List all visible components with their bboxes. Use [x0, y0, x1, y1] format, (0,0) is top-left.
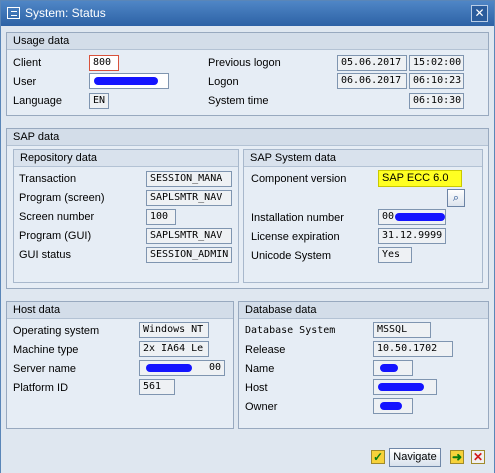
- operating-system-label: Operating system: [13, 325, 100, 337]
- program-gui-field[interactable]: SAPLSMTR_NAV: [146, 228, 232, 244]
- title-bar: System: Status ✕: [1, 1, 494, 26]
- db-owner-label: Owner: [245, 401, 278, 413]
- logon-time-field[interactable]: 06:10:23: [409, 73, 464, 89]
- license-expiration-field[interactable]: 31.12.9999: [378, 228, 446, 244]
- db-name-label: Name: [245, 363, 275, 375]
- sap-data-group: SAP data Repository data Transaction SES…: [6, 128, 489, 289]
- unicode-system-label: Unicode System: [251, 250, 332, 262]
- window-title: System: Status: [25, 6, 106, 20]
- screen-number-label: Screen number: [19, 211, 95, 223]
- release-label: Release: [245, 344, 286, 356]
- transaction-label: Transaction: [19, 173, 77, 185]
- db-owner-field[interactable]: [373, 398, 413, 414]
- platform-id-field[interactable]: 561: [139, 379, 175, 395]
- usage-data-group: Usage data Client 800 User Language EN P…: [6, 32, 489, 116]
- usage-data-header: Usage data: [7, 33, 488, 50]
- close-icon[interactable]: ✕: [471, 5, 488, 22]
- button-bar: ✓ Navigate ➜ ✕: [1, 441, 494, 473]
- server-name-field[interactable]: 00: [139, 360, 225, 376]
- repository-data-group: Repository data Transaction SESSION_MANA…: [13, 149, 239, 283]
- license-expiration-label: License expiration: [251, 231, 340, 243]
- magnifier-icon[interactable]: ⌕: [447, 189, 465, 207]
- component-version-field[interactable]: SAP ECC 6.0: [378, 170, 462, 187]
- program-gui-label: Program (GUI): [19, 230, 92, 242]
- logon-date-field[interactable]: 06.06.2017: [337, 73, 407, 89]
- program-screen-label: Program (screen): [19, 192, 105, 204]
- db-name-field[interactable]: [373, 360, 413, 376]
- server-name-label: Server name: [13, 363, 76, 375]
- language-field[interactable]: EN: [89, 93, 109, 109]
- db-host-label: Host: [245, 382, 268, 394]
- database-system-field[interactable]: MSSQL: [373, 322, 431, 338]
- database-data-header: Database data: [239, 302, 488, 319]
- program-screen-field[interactable]: SAPLSMTR_NAV: [146, 190, 232, 206]
- next-icon[interactable]: ➜: [450, 450, 464, 464]
- client-label: Client: [13, 57, 42, 69]
- database-data-group: Database data Database System MSSQL Rele…: [238, 301, 489, 429]
- navigate-button[interactable]: Navigate: [389, 448, 441, 467]
- sap-system-data-group: SAP System data Component version SAP EC…: [243, 149, 483, 283]
- language-label: Language: [13, 95, 62, 107]
- screen-number-field[interactable]: 100: [146, 209, 176, 225]
- window-icon: [7, 7, 20, 19]
- user-field[interactable]: [89, 73, 169, 89]
- client-field[interactable]: 800: [89, 55, 119, 71]
- transaction-field[interactable]: SESSION_MANA: [146, 171, 232, 187]
- previous-logon-date-field[interactable]: 05.06.2017: [337, 55, 407, 71]
- previous-logon-label: Previous logon: [208, 57, 281, 69]
- sap-data-header: SAP data: [7, 129, 488, 146]
- sap-system-data-header: SAP System data: [244, 150, 482, 167]
- component-version-label: Component version: [251, 173, 347, 185]
- system-status-window: System: Status ✕ Usage data Client 800 U…: [0, 0, 495, 473]
- platform-id-label: Platform ID: [13, 382, 69, 394]
- system-time-label: System time: [208, 95, 269, 107]
- previous-logon-time-field[interactable]: 15:02:00: [409, 55, 464, 71]
- unicode-system-field[interactable]: Yes: [378, 247, 412, 263]
- machine-type-field[interactable]: 2x IA64 Le: [139, 341, 209, 357]
- installation-number-field[interactable]: 00: [378, 209, 446, 225]
- db-host-field[interactable]: [373, 379, 437, 395]
- repository-data-header: Repository data: [14, 150, 238, 167]
- database-system-label: Database System: [245, 325, 336, 336]
- host-data-group: Host data Operating system Windows NT Ma…: [6, 301, 234, 429]
- machine-type-label: Machine type: [13, 344, 79, 356]
- release-field[interactable]: 10.50.1702: [373, 341, 453, 357]
- system-time-field[interactable]: 06:10:30: [409, 93, 464, 109]
- installation-number-label: Installation number: [251, 212, 344, 224]
- logon-label: Logon: [208, 76, 239, 88]
- user-label: User: [13, 76, 37, 88]
- operating-system-field[interactable]: Windows NT: [139, 322, 209, 338]
- checkmark-icon[interactable]: ✓: [371, 450, 385, 464]
- cancel-icon[interactable]: ✕: [471, 450, 485, 464]
- gui-status-label: GUI status: [19, 249, 71, 261]
- gui-status-field[interactable]: SESSION_ADMIN: [146, 247, 232, 263]
- host-data-header: Host data: [7, 302, 233, 319]
